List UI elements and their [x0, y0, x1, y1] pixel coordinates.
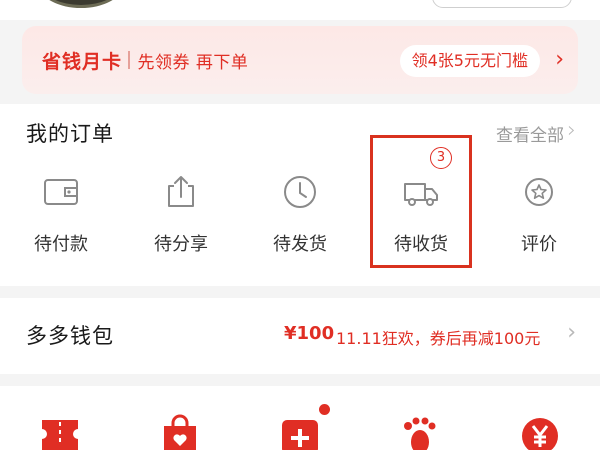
my-orders-section: 我的订单 查看全部 › 待付款 待分享 待发货 待收货 评价 [0, 104, 600, 286]
notification-dot [319, 404, 330, 415]
order-status-review[interactable]: 评价 [484, 166, 594, 266]
shopping-bag-heart-icon[interactable] [160, 414, 200, 450]
chevron-right-icon[interactable]: › [555, 46, 564, 74]
promo-divider [128, 51, 130, 69]
tools-row [0, 386, 600, 450]
pending-receipt-count-badge: 3 [430, 147, 452, 169]
chevron-right-icon[interactable]: › [567, 118, 576, 143]
highlight-box [370, 135, 472, 268]
savings-card-banner[interactable]: 省钱月卡 先领券 再下单 领4张5元无门槛 › [22, 26, 578, 94]
order-status-pending-share[interactable]: 待分享 [126, 166, 236, 266]
order-status-label: 待发货 [273, 234, 327, 255]
header-pill-button[interactable] [432, 0, 572, 8]
wallet-promo-text: 11.11狂欢，券后再减100元 [336, 329, 541, 348]
order-status-label: 待分享 [154, 234, 208, 255]
avatar[interactable] [40, 0, 122, 8]
ticket-icon[interactable] [40, 414, 80, 450]
section-title: 我的订单 [26, 122, 114, 146]
order-status-pending-shipment[interactable]: 待发货 [245, 166, 355, 266]
clock-icon [284, 176, 316, 208]
claim-coupons-button[interactable]: 领4张5元无门槛 [399, 45, 540, 77]
promo-title: 省钱月卡 [42, 50, 123, 73]
view-all-orders-link[interactable]: 查看全部 [496, 121, 564, 146]
duoduo-wallet-row[interactable]: 多多钱包 ¥100 11.11狂欢，券后再减100元 › [0, 298, 600, 374]
wallet-icon [44, 179, 78, 205]
footprint-icon[interactable] [400, 414, 440, 450]
wallet-title: 多多钱包 [26, 324, 114, 348]
medical-plus-icon[interactable] [280, 414, 320, 450]
order-status-label: 待付款 [34, 234, 88, 255]
chevron-right-icon[interactable]: › [567, 320, 576, 345]
order-status-pending-payment[interactable]: 待付款 [6, 166, 116, 266]
wallet-amount: ¥100 [284, 323, 335, 344]
order-status-label: 评价 [521, 234, 557, 255]
header-remnant [0, 0, 600, 20]
promo-subtitle: 先领券 再下单 [137, 52, 249, 73]
share-icon [168, 176, 194, 207]
review-star-icon [525, 178, 553, 206]
yuan-coin-icon[interactable] [520, 414, 560, 450]
